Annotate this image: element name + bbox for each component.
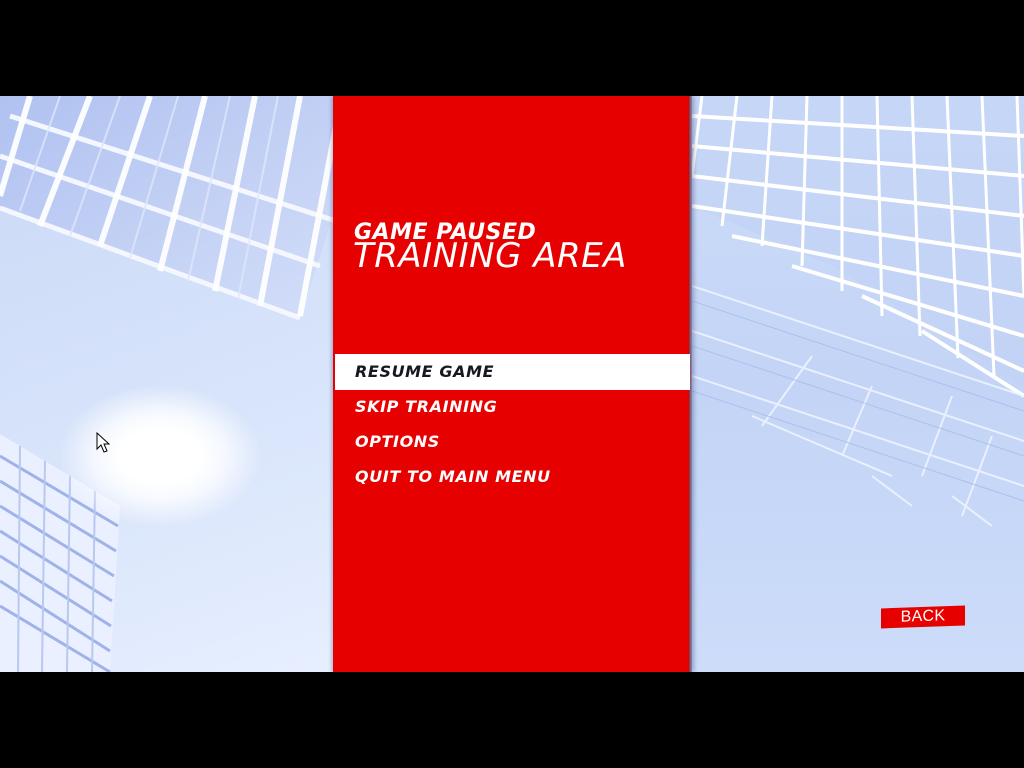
menu-item-options[interactable]: OPTIONS — [335, 424, 690, 460]
menu-item-label: RESUME GAME — [355, 362, 495, 381]
game-viewport: GAME PAUSED TRAINING AREA RESUME GAME SK… — [0, 96, 1024, 672]
background-skyscrapers — [0, 96, 336, 672]
menu-item-label: SKIP TRAINING — [355, 397, 498, 416]
location-title: TRAINING AREA — [353, 236, 627, 276]
game-screen: GAME PAUSED TRAINING AREA RESUME GAME SK… — [0, 0, 1024, 768]
menu-item-label: OPTIONS — [355, 432, 440, 451]
menu-item-quit-to-main-menu[interactable]: QUIT TO MAIN MENU — [335, 459, 690, 495]
sun-glare — [60, 386, 260, 526]
menu-item-skip-training[interactable]: SKIP TRAINING — [335, 389, 690, 425]
letterbox-bottom — [0, 672, 1024, 768]
letterbox-top — [0, 0, 1024, 96]
menu-item-label: QUIT TO MAIN MENU — [355, 467, 551, 486]
menu-item-resume-game[interactable]: RESUME GAME — [335, 354, 690, 390]
back-button[interactable]: BACK — [881, 605, 965, 629]
skyscraper-illustration — [0, 96, 336, 672]
arrow-cursor-icon — [96, 432, 110, 453]
background-net-structure — [692, 96, 1024, 672]
net-illustration — [692, 96, 1024, 527]
back-button-label: BACK — [900, 607, 946, 626]
